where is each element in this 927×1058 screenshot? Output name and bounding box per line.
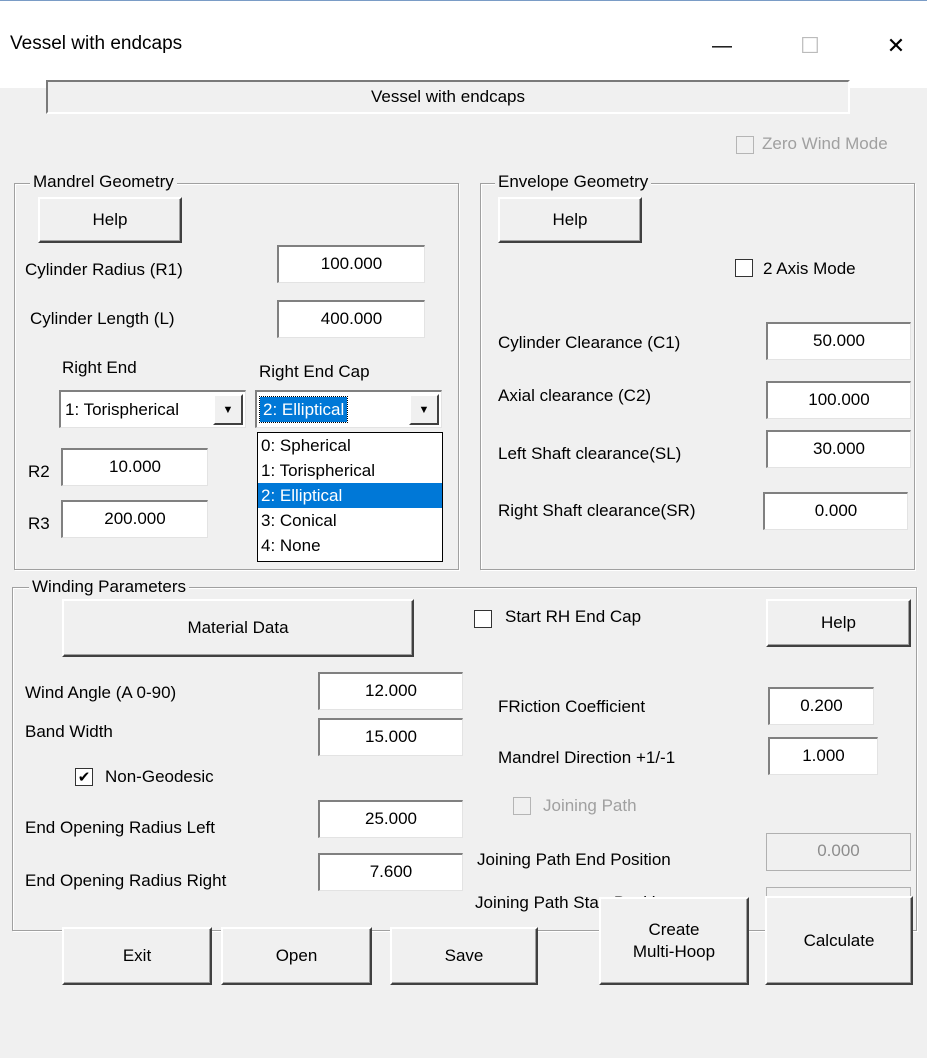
band-width-label: Band Width <box>25 722 113 741</box>
joining-path-label: Joining Path <box>543 796 637 815</box>
joining-path-end-label: Joining Path End Position <box>477 850 671 869</box>
close-button[interactable]: ✕ <box>866 23 926 69</box>
maximize-icon: ☐ <box>800 33 820 58</box>
title-bar: Vessel with endcaps — ☐ ✕ <box>0 0 927 88</box>
right-end-cap-value: 2: Elliptical <box>258 396 349 423</box>
title-banner: Vessel with endcaps <box>46 80 850 114</box>
right-end-dropdown-button[interactable]: ▼ <box>213 394 243 425</box>
cylinder-radius-label: Cylinder Radius (R1) <box>25 260 183 279</box>
axial-clearance-field[interactable]: 100.000 <box>766 381 911 419</box>
wind-angle-field[interactable]: 12.000 <box>318 672 463 710</box>
start-rh-end-cap-checkbox[interactable] <box>474 610 492 628</box>
exit-button[interactable]: Exit <box>62 927 212 985</box>
envelope-geometry-label: Envelope Geometry <box>495 172 652 192</box>
create-multi-hoop-line2: Multi-Hoop <box>632 942 716 961</box>
band-width-field[interactable]: 15.000 <box>318 718 463 756</box>
end-opening-right-label: End Opening Radius Right <box>25 871 227 890</box>
cylinder-radius-field[interactable]: 100.000 <box>277 245 425 283</box>
cylinder-clearance-label: Cylinder Clearance (C1) <box>498 333 681 352</box>
cylinder-clearance-field[interactable]: 50.000 <box>766 322 911 360</box>
right-end-cap-dropdown-list: 0: Spherical 1: Torispherical 2: Elliptica… <box>257 432 443 562</box>
create-multi-hoop-button[interactable]: Create Multi-Hoop <box>599 897 749 985</box>
two-axis-mode-checkbox[interactable] <box>735 259 753 277</box>
non-geodesic-label: Non-Geodesic <box>105 767 214 786</box>
zero-wind-mode-label: Zero Wind Mode <box>762 134 888 153</box>
minimize-button[interactable]: — <box>692 23 752 69</box>
start-rh-end-cap-label: Start RH End Cap <box>505 607 642 626</box>
zero-wind-mode-checkbox[interactable] <box>736 136 754 154</box>
end-opening-left-field[interactable]: 25.000 <box>318 800 463 838</box>
friction-coefficient-label: FRiction Coefficient <box>498 697 646 716</box>
dropdown-option[interactable]: 1: Torispherical <box>258 458 442 483</box>
end-opening-left-label: End Opening Radius Left <box>25 818 215 837</box>
cylinder-length-label: Cylinder Length (L) <box>30 309 175 328</box>
chevron-down-icon: ▼ <box>418 403 430 416</box>
end-opening-right-field[interactable]: 7.600 <box>318 853 463 891</box>
material-data-button[interactable]: Material Data <box>62 599 414 657</box>
window-title: Vessel with endcaps <box>10 33 183 54</box>
calculate-button[interactable]: Calculate <box>765 896 913 985</box>
winding-parameters-label: Winding Parameters <box>29 577 190 597</box>
close-icon: ✕ <box>886 33 906 58</box>
r2-label: R2 <box>28 462 50 481</box>
mandrel-direction-field[interactable]: 1.000 <box>768 737 878 775</box>
dropdown-option[interactable]: 4: None <box>258 533 442 558</box>
open-button[interactable]: Open <box>221 927 372 985</box>
envelope-help-button[interactable]: Help <box>498 197 642 243</box>
joining-path-end-field[interactable]: 0.000 <box>766 833 911 871</box>
left-shaft-clearance-label: Left Shaft clearance(SL) <box>498 444 682 463</box>
checkmark-icon: ✔ <box>77 768 91 786</box>
r3-field[interactable]: 200.000 <box>61 500 208 538</box>
save-button[interactable]: Save <box>390 927 538 985</box>
right-end-cap-select[interactable]: 2: Elliptical ▼ <box>255 390 442 428</box>
dropdown-option[interactable]: 0: Spherical <box>258 433 442 458</box>
non-geodesic-checkbox[interactable]: ✔ <box>75 768 93 786</box>
mandrel-geometry-label: Mandrel Geometry <box>30 172 177 192</box>
dropdown-option[interactable]: 2: Elliptical <box>258 483 442 508</box>
r3-label: R3 <box>28 514 50 533</box>
axial-clearance-label: Axial clearance (C2) <box>498 386 652 405</box>
right-end-value: 1: Torispherical <box>65 400 180 419</box>
joining-path-checkbox[interactable] <box>513 797 531 815</box>
maximize-button[interactable]: ☐ <box>780 23 840 69</box>
right-end-select[interactable]: 1: Torispherical ▼ <box>59 390 246 428</box>
mandrel-direction-label: Mandrel Direction +1/-1 <box>498 748 676 767</box>
two-axis-mode-label: 2 Axis Mode <box>763 259 856 278</box>
minimize-icon: — <box>712 34 732 57</box>
right-shaft-clearance-label: Right Shaft clearance(SR) <box>498 501 696 520</box>
chevron-down-icon: ▼ <box>222 403 234 416</box>
right-end-label: Right End <box>62 358 137 377</box>
wind-angle-label: Wind Angle (A 0-90) <box>25 683 177 702</box>
right-end-cap-label: Right End Cap <box>259 362 370 381</box>
mandrel-help-button[interactable]: Help <box>38 197 182 243</box>
dropdown-option[interactable]: 3: Conical <box>258 508 442 533</box>
left-shaft-clearance-field[interactable]: 30.000 <box>766 430 911 468</box>
create-multi-hoop-line1: Create <box>648 920 700 939</box>
r2-field[interactable]: 10.000 <box>61 448 208 486</box>
right-shaft-clearance-field[interactable]: 0.000 <box>763 492 908 530</box>
cylinder-length-field[interactable]: 400.000 <box>277 300 425 338</box>
winding-help-button[interactable]: Help <box>766 599 911 647</box>
friction-coefficient-field[interactable]: 0.200 <box>768 687 874 725</box>
right-end-cap-dropdown-button[interactable]: ▼ <box>409 394 439 425</box>
